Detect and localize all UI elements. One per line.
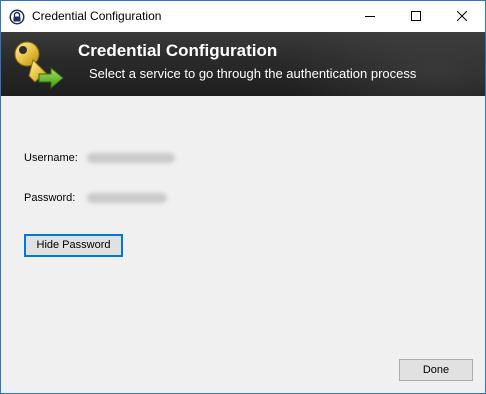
header-banner: Credential Configuration Select a servic… (1, 32, 485, 96)
close-button[interactable] (439, 1, 485, 32)
close-icon (457, 11, 467, 21)
maximize-button[interactable] (393, 1, 439, 32)
banner-subtitle: Select a service to go through the authe… (89, 66, 417, 81)
minimize-icon (365, 16, 375, 17)
key-arrow-icon (11, 38, 67, 92)
banner-background-glow (281, 32, 485, 96)
hide-password-button[interactable]: Hide Password (24, 234, 123, 257)
minimize-button[interactable] (347, 1, 393, 32)
done-button[interactable]: Done (399, 359, 473, 381)
username-label: Username: (24, 152, 78, 164)
password-label: Password: (24, 192, 76, 204)
title-bar[interactable]: Credential Configuration (1, 1, 485, 32)
banner-title: Credential Configuration (78, 41, 278, 60)
username-value-redacted (87, 153, 175, 163)
window-title: Credential Configuration (32, 9, 162, 23)
lock-icon (9, 9, 25, 25)
maximize-icon (411, 11, 421, 21)
password-value-redacted (87, 193, 167, 203)
credential-configuration-window: Credential Configuration Credential Conf… (0, 0, 486, 394)
